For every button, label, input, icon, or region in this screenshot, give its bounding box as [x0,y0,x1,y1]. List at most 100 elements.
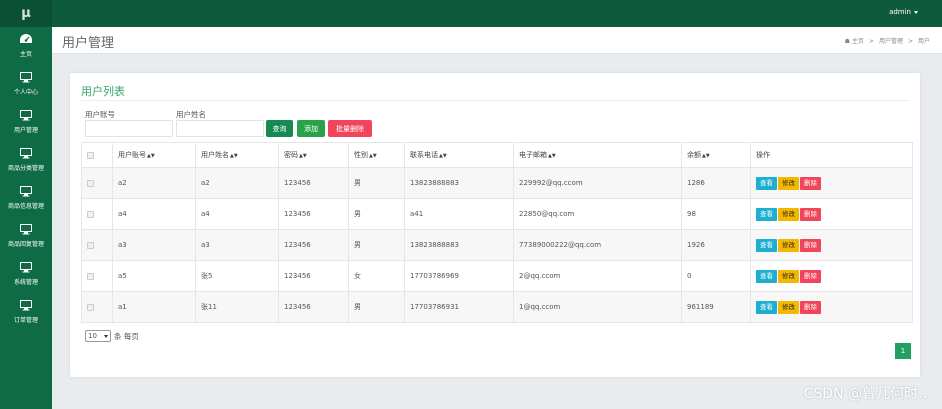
watermark: CSDN @曾几何时… [803,386,932,402]
cell-actions: 查看 修改 删除 [750,198,913,230]
view-button[interactable]: 查看 [756,238,777,252]
column-header-gender[interactable]: 性别▲▼ [348,142,405,168]
row-checkbox[interactable] [87,272,94,280]
column-header-label: 用户姓名 [201,151,229,159]
page-number-button[interactable]: 1 [895,343,911,359]
user-table: 用户账号▲▼ 用户姓名▲▼ 密码▲▼ 性别▲▼ 联系电话▲▼ 电子邮箱▲▼ 余额… [81,142,913,323]
cell-name: 张5 [195,260,279,292]
cell-balance: 0 [681,260,751,292]
sidebar-item-label: 主页 [19,51,32,58]
view-button[interactable]: 查看 [756,300,777,314]
cell-email: 22850@qq.com [513,198,682,230]
sidebar-item-label: 订单管理 [13,317,38,324]
top-bar: μ admin [0,0,942,27]
delete-button[interactable]: 删除 [800,269,821,283]
sidebar-item-system-management[interactable]: 系统管理 [0,258,52,294]
delete-button[interactable]: 删除 [800,238,821,252]
caret-down-icon [914,10,918,14]
row-select-cell [81,198,113,230]
row-checkbox[interactable] [87,210,94,218]
view-button[interactable]: 查看 [756,176,777,190]
cell-email: 1@qq.ccom [513,291,682,323]
query-button[interactable]: 查询 [266,120,293,137]
view-button[interactable]: 查看 [756,269,777,283]
cell-balance: 1926 [681,229,751,261]
cell-actions: 查看 修改 删除 [750,260,913,292]
row-checkbox[interactable] [87,303,94,311]
name-label: 用户姓名 [176,110,206,119]
sidebar-item-product-management[interactable]: 商品信息管理 [0,182,52,218]
sidebar-item-user-management[interactable]: 用户管理 [0,106,52,142]
chevron-down-icon [104,335,108,338]
cell-password: 123456 [278,198,349,230]
cell-gender: 男 [348,229,405,261]
select-all-checkbox[interactable] [87,151,94,159]
sort-icon: ▲▼ [439,153,447,159]
sidebar-item-category-management[interactable]: 商品分类管理 [0,144,52,180]
sort-icon: ▲▼ [548,153,556,159]
page-header: 用户管理 ☗ 主页 > 用户管理 > 用户 [52,27,942,54]
view-button[interactable]: 查看 [756,207,777,221]
breadcrumb-item-user: 用户 [917,38,930,45]
table-header-row: 用户账号▲▼ 用户姓名▲▼ 密码▲▼ 性别▲▼ 联系电话▲▼ 电子邮箱▲▼ 余额… [81,142,913,168]
column-header-balance[interactable]: 余额▲▼ [681,142,751,168]
cell-gender: 男 [348,198,405,230]
table-row: a4 a4 123456 男 a41 22850@qq.com 98 查看 修改删… [81,198,913,230]
row-checkbox[interactable] [87,241,94,249]
column-header-email[interactable]: 电子邮箱▲▼ [513,142,682,168]
sidebar-item-label: 个人中心 [13,89,38,96]
cell-account: a2 [112,167,196,199]
delete-button[interactable]: 删除 [800,207,821,221]
sidebar-item-order-management[interactable]: 订单管理 [0,296,52,332]
column-header-label: 性别 [354,151,368,159]
edit-button[interactable]: 修改 [778,176,799,190]
table-row: a3 a3 123456 男 13823888883 77389000222@q… [81,229,913,261]
column-header-label: 电子邮箱 [519,151,547,159]
cell-gender: 男 [348,167,405,199]
page-size-select[interactable]: 10 [85,330,111,342]
user-name: admin [889,8,911,16]
edit-button[interactable]: 修改 [778,238,799,252]
breadcrumb-item-home[interactable]: 主页 [852,38,864,45]
cell-password: 123456 [278,229,349,261]
cell-name: a2 [195,167,279,199]
cell-name: a4 [195,198,279,230]
row-select-cell [81,291,113,323]
breadcrumb-item-user-management[interactable]: 用户管理 [879,38,903,45]
select-all-cell [81,142,113,168]
sort-icon: ▲▼ [147,153,155,159]
edit-button[interactable]: 修改 [778,207,799,221]
sidebar-item-personal-center[interactable]: 个人中心 [0,68,52,104]
cell-balance: 1286 [681,167,751,199]
sidebar-item-home[interactable]: 主页 [0,30,52,66]
add-button[interactable]: 添加 [297,120,325,137]
user-menu[interactable]: admin [889,8,918,16]
edit-button[interactable]: 修改 [778,269,799,283]
chevron-right-icon: > [907,38,913,45]
cell-account: a3 [112,229,196,261]
page-size-value: 10 [88,332,97,340]
cell-email: 2@qq.ccom [513,260,682,292]
cell-phone: 17703786931 [404,291,514,323]
row-select-cell [81,229,113,261]
account-input[interactable] [85,120,173,137]
batch-delete-button[interactable]: 批量删除 [328,120,372,137]
cell-password: 123456 [278,167,349,199]
column-header-account[interactable]: 用户账号▲▼ [112,142,196,168]
cell-account: a5 [112,260,196,292]
cell-balance: 961189 [681,291,751,323]
row-select-cell [81,167,113,199]
edit-button[interactable]: 修改 [778,300,799,314]
row-checkbox[interactable] [87,179,94,187]
sort-icon: ▲▼ [369,153,377,159]
sidebar-item-reply-management[interactable]: 商品回复管理 [0,220,52,256]
home-icon: ☗ [844,38,850,45]
name-input[interactable] [176,120,264,137]
cell-phone: 17703786969 [404,260,514,292]
column-header-password[interactable]: 密码▲▼ [278,142,349,168]
column-header-phone[interactable]: 联系电话▲▼ [404,142,514,168]
delete-button[interactable]: 删除 [800,176,821,190]
delete-button[interactable]: 删除 [800,300,821,314]
cell-name: a3 [195,229,279,261]
column-header-name[interactable]: 用户姓名▲▼ [195,142,279,168]
